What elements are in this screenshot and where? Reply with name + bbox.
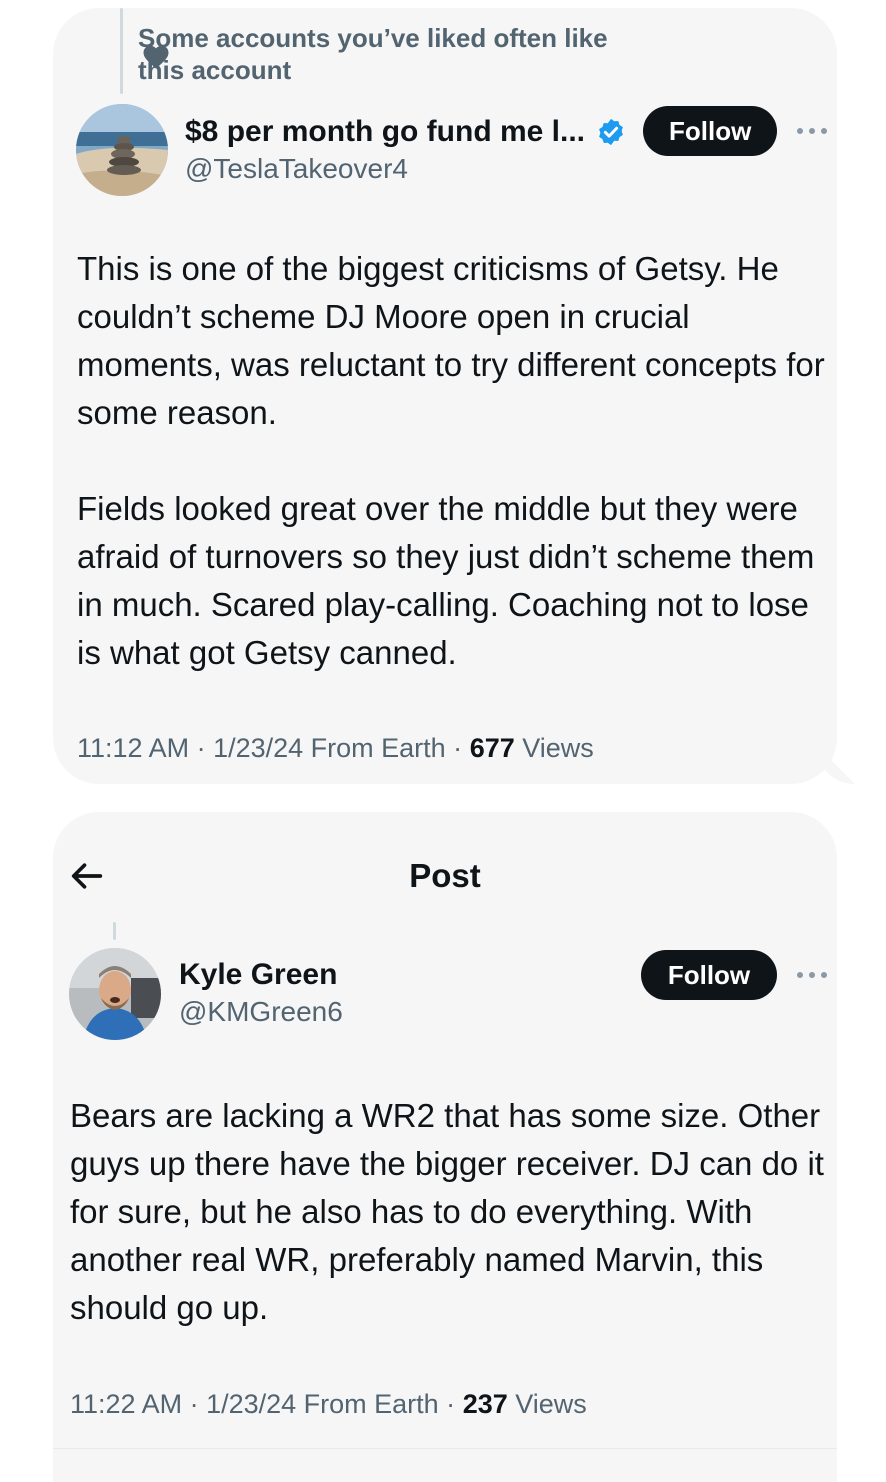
timestamp[interactable]: 11:22 AM · 1/23/24 From Earth · xyxy=(70,1389,463,1419)
views-count: 237 xyxy=(462,1389,508,1419)
views-label: Views xyxy=(514,733,594,763)
thread-line xyxy=(113,922,116,940)
handle[interactable]: @TeslaTakeover4 xyxy=(185,152,408,186)
top-bar: Post xyxy=(53,812,837,924)
social-context-text: Some accounts you’ve liked often like th… xyxy=(138,23,608,85)
tweet-meta: 11:22 AM · 1/23/24 From Earth · 237 View… xyxy=(70,1387,587,1421)
thread-line xyxy=(120,8,123,94)
tweet-paragraph: Bears are lacking a WR2 that has some si… xyxy=(70,1097,824,1326)
tweet-card-1: Some accounts you’ve liked often like th… xyxy=(53,8,855,784)
timestamp[interactable]: 11:12 AM · 1/23/24 From Earth · xyxy=(77,733,470,763)
follow-button[interactable]: Follow xyxy=(641,950,777,1000)
verified-badge-icon xyxy=(599,118,623,146)
views-label: Views xyxy=(507,1389,587,1419)
divider xyxy=(53,1448,837,1449)
avatar[interactable] xyxy=(76,104,168,196)
follow-button[interactable]: Follow xyxy=(643,106,777,156)
tweet-text: Bears are lacking a WR2 that has some si… xyxy=(70,1092,830,1332)
tweet-paragraph: Fields looked great over the middle but … xyxy=(77,490,815,671)
more-icon[interactable] xyxy=(797,970,831,980)
page-title: Post xyxy=(409,857,481,894)
tweet-card-2: Post Kyle Green @KMGreen6 Follow Bears a… xyxy=(53,812,837,1482)
tweet-paragraph: This is one of the biggest criticisms of… xyxy=(77,250,825,431)
tweet-meta: 11:12 AM · 1/23/24 From Earth · 677 View… xyxy=(77,731,594,765)
display-name[interactable]: Kyle Green xyxy=(179,957,337,993)
views-count: 677 xyxy=(469,733,515,763)
handle[interactable]: @KMGreen6 xyxy=(179,995,343,1029)
bubble-tail xyxy=(815,744,855,784)
avatar[interactable] xyxy=(69,948,161,1040)
more-icon[interactable] xyxy=(797,126,831,136)
tweet-text: This is one of the biggest criticisms of… xyxy=(77,245,837,677)
display-name[interactable]: $8 per month go fund me l... xyxy=(185,114,585,150)
